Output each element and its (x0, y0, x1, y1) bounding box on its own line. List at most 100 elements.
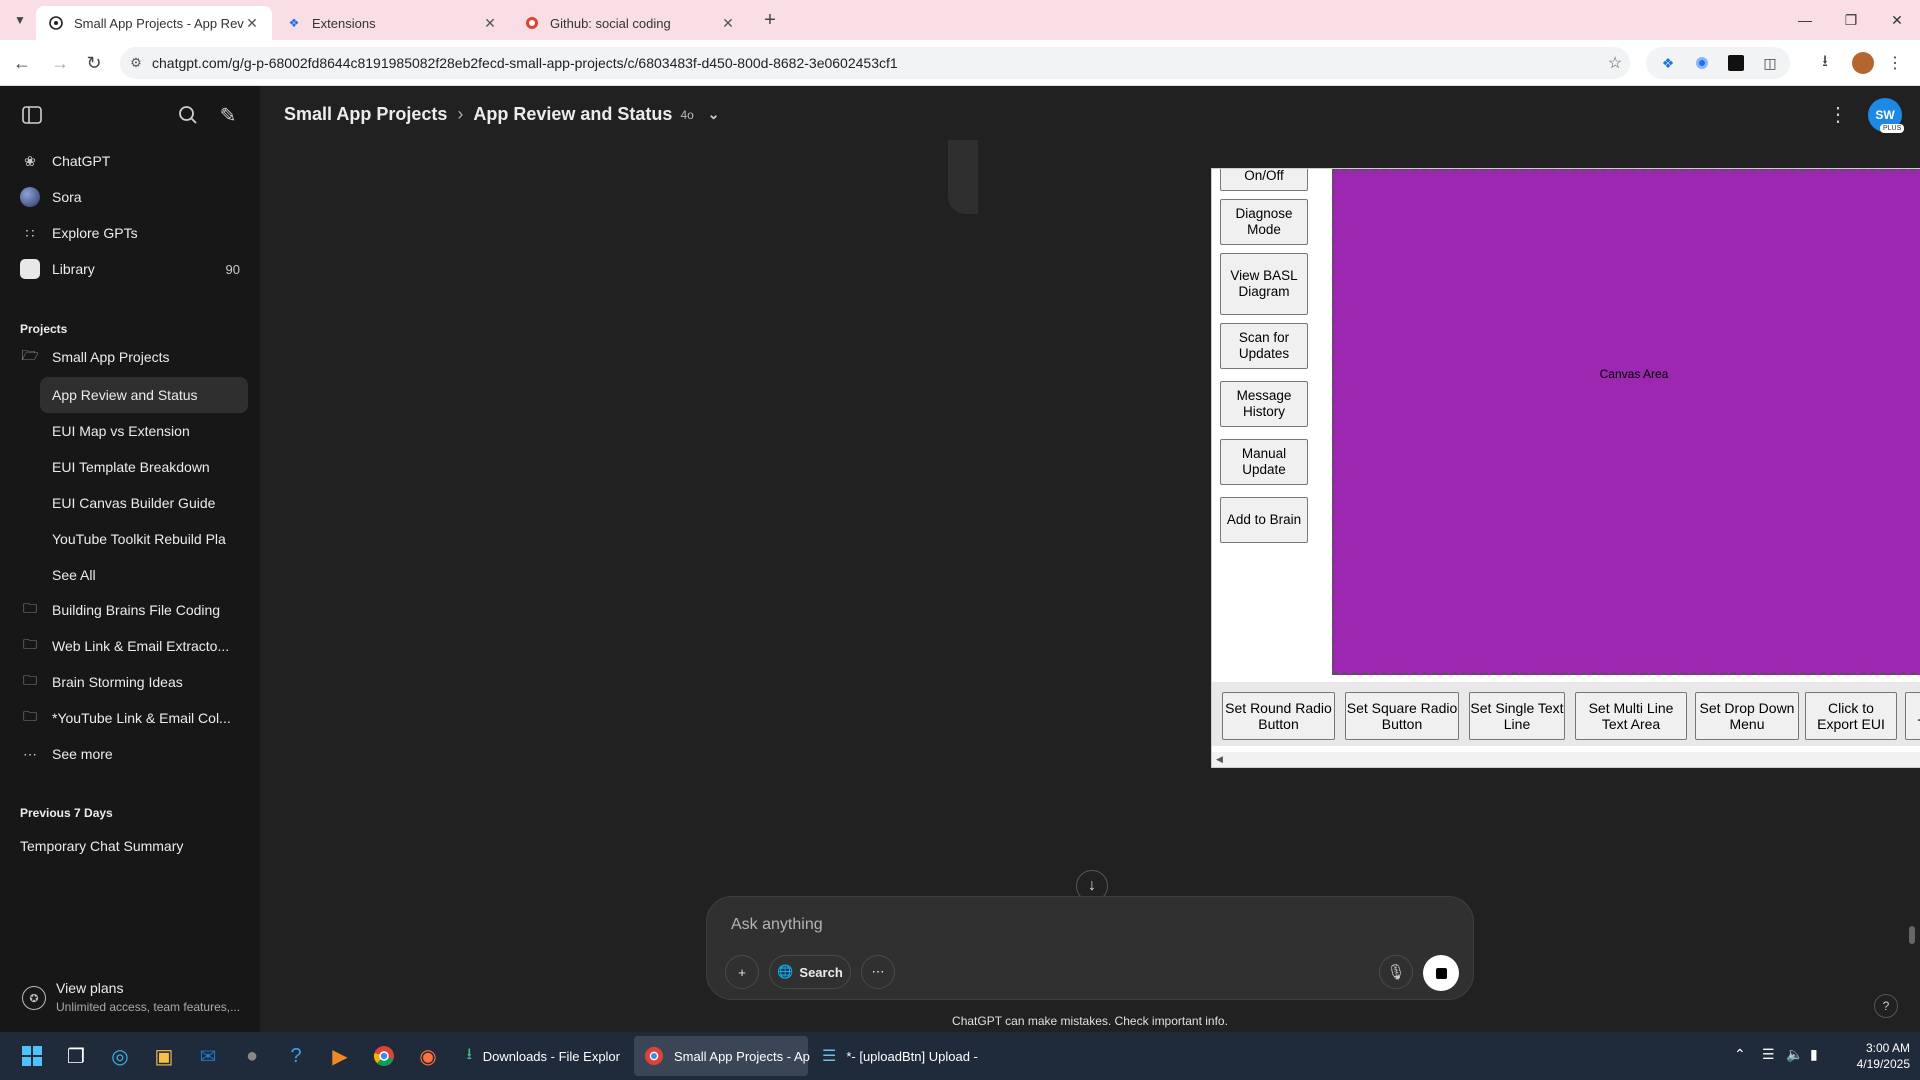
canvas-area[interactable]: Canvas Area (1332, 169, 1920, 675)
search-icon[interactable] (173, 100, 203, 130)
see-more-label: See more (52, 746, 113, 762)
project-label: *YouTube Link & Email Col... (52, 710, 231, 726)
set-square-radio-button[interactable]: Set Square Radio Button (1345, 692, 1459, 740)
view-basl-diagram-button[interactable]: View BASL Diagram (1220, 253, 1308, 315)
taskbar-app-downloads[interactable]: ⭳ Downloads - File Explor (456, 1036, 630, 1076)
manual-update-button[interactable]: Manual Update (1220, 439, 1308, 485)
minimize-icon[interactable]: — (1782, 0, 1828, 40)
bookmark-star-icon[interactable]: ☆ (1600, 53, 1630, 73)
taskbar-app-notepad[interactable]: ☰ *- [uploadBtn] Upload - (812, 1036, 986, 1076)
breadcrumb-project[interactable]: Small App Projects (284, 104, 447, 125)
view-plans-button[interactable]: ✪ View plans Unlimited access, team feat… (18, 978, 248, 1022)
project-chat-eui-map[interactable]: EUI Map vs Extension (40, 413, 248, 449)
chatgpt-icon (48, 15, 64, 31)
search-button[interactable]: 🌐 Search (769, 955, 851, 989)
help-question-icon[interactable]: ? (1874, 994, 1898, 1018)
wifi-icon[interactable]: ☰ (1762, 1046, 1775, 1063)
site-info-icon[interactable]: ⚙ (120, 55, 152, 71)
diagnose-mode-button[interactable]: Diagnose Mode (1220, 199, 1308, 245)
url-text[interactable]: chatgpt.com/g/g-p-68002fd8644c8191985082… (152, 55, 1600, 71)
project-chat-app-review[interactable]: App Review and Status (40, 377, 248, 413)
extensions-menu-icon[interactable]: ◫ (1758, 51, 1782, 75)
sidebar-item-library[interactable]: Library 90 (8, 252, 248, 286)
project-folder-web-link[interactable]: 🗀 Web Link & Email Extracto... (8, 629, 248, 663)
project-see-all[interactable]: See All (40, 557, 248, 593)
back-arrow-icon[interactable]: ← (9, 50, 35, 76)
page-scrollbar[interactable] (1908, 126, 1916, 1006)
puzzle-extension-icon[interactable]: ❖ (1656, 51, 1680, 75)
project-chat-eui-canvas[interactable]: EUI Canvas Builder Guide (40, 485, 248, 521)
reload-icon[interactable]: ↻ (81, 50, 107, 76)
app-horizontal-scrollbar[interactable]: ◀ ▶ (1212, 752, 1920, 767)
taskbar-app-chrome[interactable]: Small App Projects - Ap (634, 1036, 810, 1076)
breadcrumb-chat[interactable]: App Review and Status (473, 104, 672, 125)
scroll-left-arrow-icon[interactable]: ◀ (1216, 754, 1223, 765)
sidebar-item-explore-gpts[interactable]: ∷ Explore GPTs (8, 216, 248, 250)
stop-generating-button[interactable] (1423, 955, 1459, 991)
set-round-radio-button[interactable]: Set Round Radio Button (1222, 692, 1335, 740)
project-chat-youtube-toolkit[interactable]: YouTube Toolkit Rebuild Pla (40, 521, 248, 557)
blue-dot-extension-icon[interactable] (1690, 51, 1714, 75)
scan-for-updates-button[interactable]: Scan for Updates (1220, 323, 1308, 369)
browser-tab-github[interactable]: Github: social coding ✕ (512, 6, 748, 40)
project-folder-building-brains[interactable]: 🗀 Building Brains File Coding (8, 593, 248, 627)
on-off-button[interactable]: On/Off (1220, 169, 1308, 191)
address-bar[interactable]: ⚙ chatgpt.com/g/g-p-68002fd8644c81919850… (120, 47, 1630, 79)
firefox-icon[interactable]: ◉ (412, 1040, 444, 1072)
see-more-button[interactable]: ⋯ See more (8, 737, 248, 771)
chrome-icon[interactable] (368, 1040, 400, 1072)
more-tools-ellipsis-icon[interactable]: ⋯ (861, 955, 895, 989)
profile-avatar[interactable] (1850, 50, 1876, 76)
set-drop-down-menu-button[interactable]: Set Drop Down Menu (1695, 692, 1799, 740)
store-icon[interactable]: ▣ (148, 1040, 180, 1072)
close-tab-icon[interactable]: ✕ (482, 15, 498, 32)
task-view-icon[interactable]: ❐ (60, 1040, 92, 1072)
project-chat-eui-template[interactable]: EUI Template Breakdown (40, 449, 248, 485)
close-window-icon[interactable]: ✕ (1874, 0, 1920, 40)
windows-start-icon[interactable] (16, 1040, 48, 1072)
tab-search-chevron-icon[interactable]: ▼ (8, 8, 32, 32)
project-folder-youtube-link[interactable]: 🗀 *YouTube Link & Email Col... (8, 701, 248, 735)
folder-icon: 🗀 (23, 600, 37, 616)
sidebar-item-sora[interactable]: Sora (8, 180, 248, 214)
chevron-down-icon[interactable]: ⌄ (708, 106, 720, 123)
sidebar-item-chatgpt[interactable]: ❀ ChatGPT (8, 144, 248, 178)
browser-tab-chatgpt[interactable]: Small App Projects - App Revie ✕ (36, 6, 272, 40)
chat-temporary-summary[interactable]: Temporary Chat Summary (20, 838, 183, 854)
model-badge[interactable]: 4o (680, 108, 693, 122)
sidebar-toggle-icon[interactable] (17, 100, 47, 130)
help-app-icon[interactable]: ? (280, 1040, 312, 1072)
attach-plus-icon[interactable]: + (725, 955, 759, 989)
app-circle-icon[interactable]: ● (236, 1040, 268, 1072)
scrollbar-thumb[interactable] (1909, 926, 1915, 944)
message-history-button[interactable]: Message History (1220, 381, 1308, 427)
extensions-group: ❖ ◫ (1646, 47, 1790, 79)
close-tab-icon[interactable]: ✕ (720, 15, 736, 32)
media-player-icon[interactable]: ▶ (324, 1040, 356, 1072)
set-single-text-line-button[interactable]: Set Single Text Line (1469, 692, 1565, 740)
set-multi-line-text-area-button[interactable]: Set Multi Line Text Area (1575, 692, 1687, 740)
downloads-icon[interactable]: ⭳ (1812, 50, 1838, 76)
forward-arrow-icon[interactable]: → (47, 50, 73, 76)
restore-icon[interactable]: ❐ (1828, 0, 1874, 40)
click-to-export-eui-button[interactable]: Click to Export EUI (1805, 692, 1897, 740)
more-options-icon[interactable]: ⋮ (1826, 102, 1850, 128)
add-to-brain-button[interactable]: Add to Brain (1220, 497, 1308, 543)
tray-chevron-up-icon[interactable]: ⌃ (1734, 1046, 1746, 1063)
notepad-icon: ☰ (822, 1048, 837, 1065)
project-folder-brain-storming[interactable]: 🗀 Brain Storming Ideas (8, 665, 248, 699)
edge-icon[interactable]: ◎ (104, 1040, 136, 1072)
new-tab-plus-icon[interactable]: + (758, 8, 782, 32)
prompt-input[interactable] (731, 913, 1331, 937)
browser-tab-extensions[interactable]: ❖ Extensions ✕ (274, 6, 510, 40)
battery-icon[interactable]: ▮ (1810, 1046, 1818, 1063)
outlook-icon[interactable]: ✉ (192, 1040, 224, 1072)
browser-menu-icon[interactable]: ⋮ (1882, 50, 1908, 76)
close-tab-icon[interactable]: ✕ (244, 15, 260, 32)
microphone-icon[interactable]: 🎙 (1379, 955, 1413, 989)
system-clock[interactable]: 3:00 AM 4/19/2025 (1830, 1040, 1910, 1072)
black-square-extension-icon[interactable] (1724, 51, 1748, 75)
project-small-app-projects[interactable]: 🗁 Small App Projects (8, 340, 248, 374)
new-chat-icon[interactable]: ✎ (213, 100, 243, 130)
volume-icon[interactable]: 🔈 (1786, 1046, 1803, 1063)
